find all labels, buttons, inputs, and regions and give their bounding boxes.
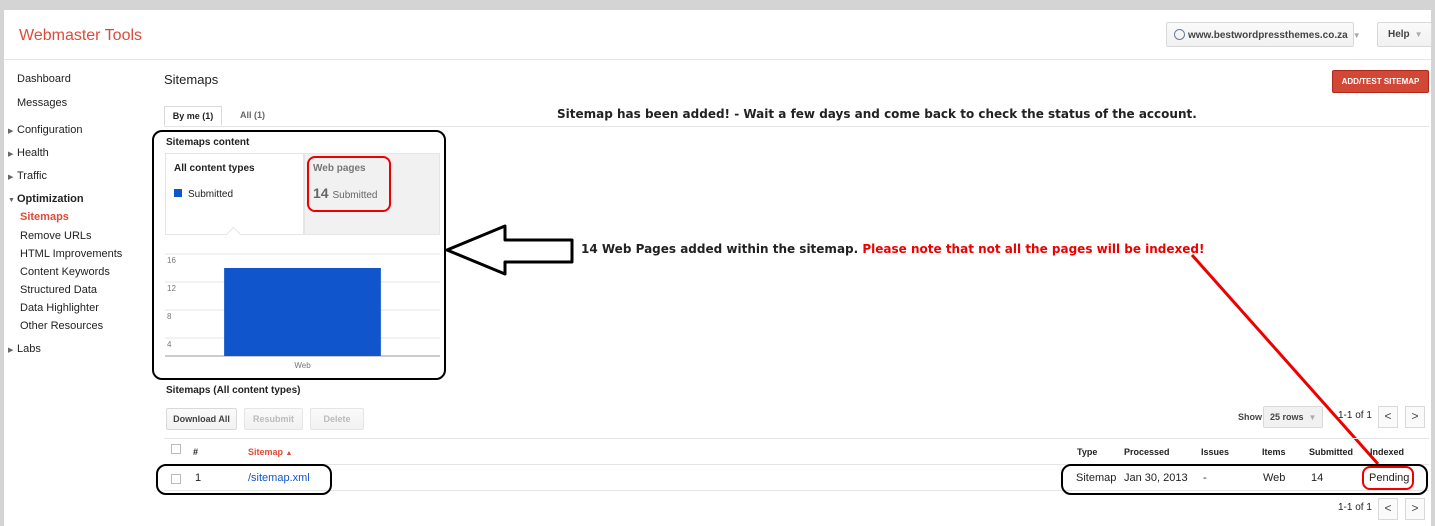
sitemaps-table-title: Sitemaps (All content types) [166, 385, 301, 396]
chevron-left-icon: < [1384, 501, 1392, 515]
column-indexed[interactable]: Indexed [1370, 447, 1404, 457]
next-page-button-bottom[interactable]: > [1405, 498, 1425, 520]
select-all-checkbox[interactable] [171, 444, 181, 454]
annotation-middle-red: Please note that not all the pages will … [862, 242, 1205, 256]
next-page-button[interactable]: > [1405, 406, 1425, 428]
prev-page-button-bottom[interactable]: < [1378, 498, 1398, 520]
column-processed[interactable]: Processed [1124, 447, 1170, 457]
chevron-left-icon: < [1384, 409, 1392, 423]
column-type[interactable]: Type [1077, 447, 1097, 457]
rows-per-page-select[interactable]: 25 rows ▼ [1263, 406, 1323, 428]
sort-asc-icon: ▲ [285, 450, 293, 457]
column-sitemap-label: Sitemap [248, 447, 284, 457]
column-num: # [193, 447, 199, 457]
annotation-arrow-left [445, 224, 574, 276]
pager-text-top: 1-1 of 1 [1338, 410, 1372, 421]
column-issues[interactable]: Issues [1201, 447, 1229, 457]
prev-page-button[interactable]: < [1378, 406, 1398, 428]
annotation-red-box-pending [1362, 466, 1414, 490]
chevron-right-icon: > [1411, 501, 1419, 515]
pager-text-bottom: 1-1 of 1 [1338, 502, 1372, 513]
annotation-box-content [152, 130, 446, 380]
chevron-right-icon: > [1411, 409, 1419, 423]
column-sitemap[interactable]: Sitemap ▲ [248, 447, 292, 457]
show-label: Show [1238, 412, 1262, 422]
annotation-middle-black: 14 Web Pages added within the sitemap. [581, 242, 859, 256]
rows-select-value: 25 rows [1270, 412, 1304, 422]
chevron-down-icon: ▼ [1308, 413, 1317, 422]
column-items[interactable]: Items [1262, 447, 1286, 457]
delete-button[interactable]: Delete [310, 408, 364, 430]
annotation-red-pointer [1190, 254, 1380, 465]
annotation-middle: 14 Web Pages added within the sitemap. P… [581, 242, 1204, 256]
resubmit-button[interactable]: Resubmit [244, 408, 303, 430]
column-submitted[interactable]: Submitted [1309, 447, 1353, 457]
table-header [164, 438, 1429, 465]
download-all-button[interactable]: Download All [166, 408, 237, 430]
annotation-box-sitemap-row [156, 464, 332, 495]
annotation-red-box-web-pages [307, 156, 391, 212]
